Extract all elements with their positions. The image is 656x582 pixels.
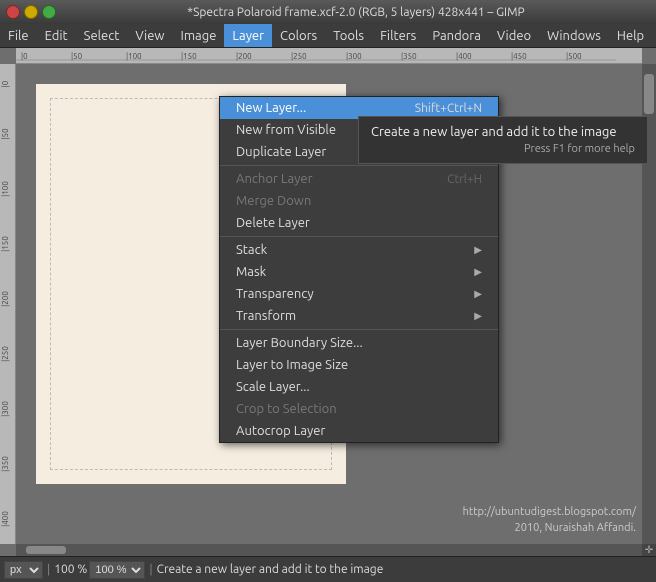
menu-item-autocrop-layer[interactable]: Autocrop Layer (220, 420, 498, 442)
watermark-line1: http://ubuntudigest.blogspot.com/ (463, 505, 636, 520)
window-title: *Spectra Polaroid frame.xcf-2.0 (RGB, 5 … (62, 6, 650, 19)
tooltip-main-text: Create a new layer and add it to the ima… (371, 125, 635, 139)
maximize-button[interactable] (42, 5, 56, 19)
svg-text:|0: |0 (21, 52, 28, 61)
svg-text:|200: |200 (236, 52, 252, 61)
canvas-container: |0 |50 |100 |150 |200 |250 |300 |350 |40… (0, 48, 656, 556)
zoom-value: 100 % (54, 563, 87, 576)
statusbar: px in cm | 100 % 100 % 50 % 200 % | Crea… (0, 556, 656, 582)
menu-item-crop-to-selection: Crop to Selection (220, 398, 498, 420)
menu-item-anchor-layer: Anchor Layer Ctrl+H (220, 168, 498, 190)
svg-text:|100: |100 (1, 181, 10, 197)
menu-file[interactable]: File (0, 24, 37, 47)
ruler-top: |0 |50 |100 |150 |200 |250 |300 |350 |40… (16, 48, 642, 64)
statusbar-unit: px in cm (4, 561, 43, 579)
ruler-left: |0 |50 |100 |150 |200 |250 |300 |350 |40… (0, 64, 16, 544)
menu-video[interactable]: Video (489, 24, 539, 47)
svg-text:|200: |200 (1, 291, 10, 307)
menu-item-layer-to-image-size[interactable]: Layer to Image Size (220, 354, 498, 376)
menu-item-scale-layer[interactable]: Scale Layer... (220, 376, 498, 398)
statusbar-message: Create a new layer and add it to the ima… (157, 563, 384, 576)
menu-select[interactable]: Select (76, 24, 128, 47)
tooltip: Create a new layer and add it to the ima… (358, 116, 648, 164)
menu-windows[interactable]: Windows (539, 24, 609, 47)
svg-text:|150: |150 (1, 236, 10, 252)
menu-view[interactable]: View (127, 24, 172, 47)
statusbar-divider: | (47, 563, 50, 576)
watermark: http://ubuntudigest.blogspot.com/ 2010, … (463, 505, 636, 536)
menu-help[interactable]: Help (609, 24, 652, 47)
menu-item-transparency[interactable]: Transparency (220, 283, 498, 305)
svg-text:|100: |100 (126, 52, 142, 61)
menu-item-stack[interactable]: Stack (220, 239, 498, 261)
scrollbar-v-thumb[interactable] (644, 74, 654, 114)
svg-text:|400: |400 (1, 511, 10, 527)
menu-item-mask[interactable]: Mask (220, 261, 498, 283)
menu-pandora[interactable]: Pandora (424, 24, 489, 47)
separator-1 (220, 165, 498, 166)
menu-edit[interactable]: Edit (37, 24, 76, 47)
svg-text:|50: |50 (1, 128, 10, 140)
statusbar-zoom: 100 % 100 % 50 % 200 % (54, 561, 145, 579)
tooltip-sub-text: Press F1 for more help (371, 143, 635, 155)
menu-item-delete-layer[interactable]: Delete Layer (220, 212, 498, 234)
svg-text:|350: |350 (401, 52, 417, 61)
svg-text:|400: |400 (456, 52, 472, 61)
menu-item-layer-boundary-size[interactable]: Layer Boundary Size... (220, 332, 498, 354)
scrollbar-corner: ✛ (642, 544, 656, 556)
window-controls[interactable] (6, 5, 56, 19)
separator-2 (220, 236, 498, 237)
svg-text:|300: |300 (346, 52, 362, 61)
scrollbar-h-thumb[interactable] (26, 546, 66, 554)
menu-item-merge-down: Merge Down (220, 190, 498, 212)
svg-text:|50: |50 (71, 52, 83, 61)
titlebar: *Spectra Polaroid frame.xcf-2.0 (RGB, 5 … (0, 0, 656, 24)
svg-text:|500: |500 (566, 52, 582, 61)
menu-filters[interactable]: Filters (372, 24, 424, 47)
scrollbar-horizontal[interactable] (16, 544, 642, 556)
close-button[interactable] (6, 5, 20, 19)
svg-text:|0: |0 (1, 80, 10, 87)
svg-text:|300: |300 (1, 401, 10, 417)
menubar: File Edit Select View Image Layer Colors… (0, 24, 656, 48)
unit-select[interactable]: px in cm (4, 561, 43, 579)
svg-text:|450: |450 (511, 52, 527, 61)
menu-tools[interactable]: Tools (325, 24, 372, 47)
watermark-line2: 2010, Nuraishah Affandi. (463, 521, 636, 536)
svg-text:|150: |150 (181, 52, 197, 61)
separator-3 (220, 329, 498, 330)
zoom-select[interactable]: 100 % 50 % 200 % (89, 561, 145, 579)
main-layout: |0 |50 |100 |150 |200 |250 |300 |350 |40… (0, 48, 656, 556)
svg-text:|350: |350 (1, 456, 10, 472)
svg-text:|250: |250 (291, 52, 307, 61)
statusbar-divider2: | (149, 563, 152, 576)
menu-colors[interactable]: Colors (272, 24, 325, 47)
menu-item-transform[interactable]: Transform (220, 305, 498, 327)
menu-image[interactable]: Image (173, 24, 225, 47)
menu-layer[interactable]: Layer (224, 24, 272, 47)
minimize-button[interactable] (24, 5, 38, 19)
svg-text:|250: |250 (1, 346, 10, 362)
